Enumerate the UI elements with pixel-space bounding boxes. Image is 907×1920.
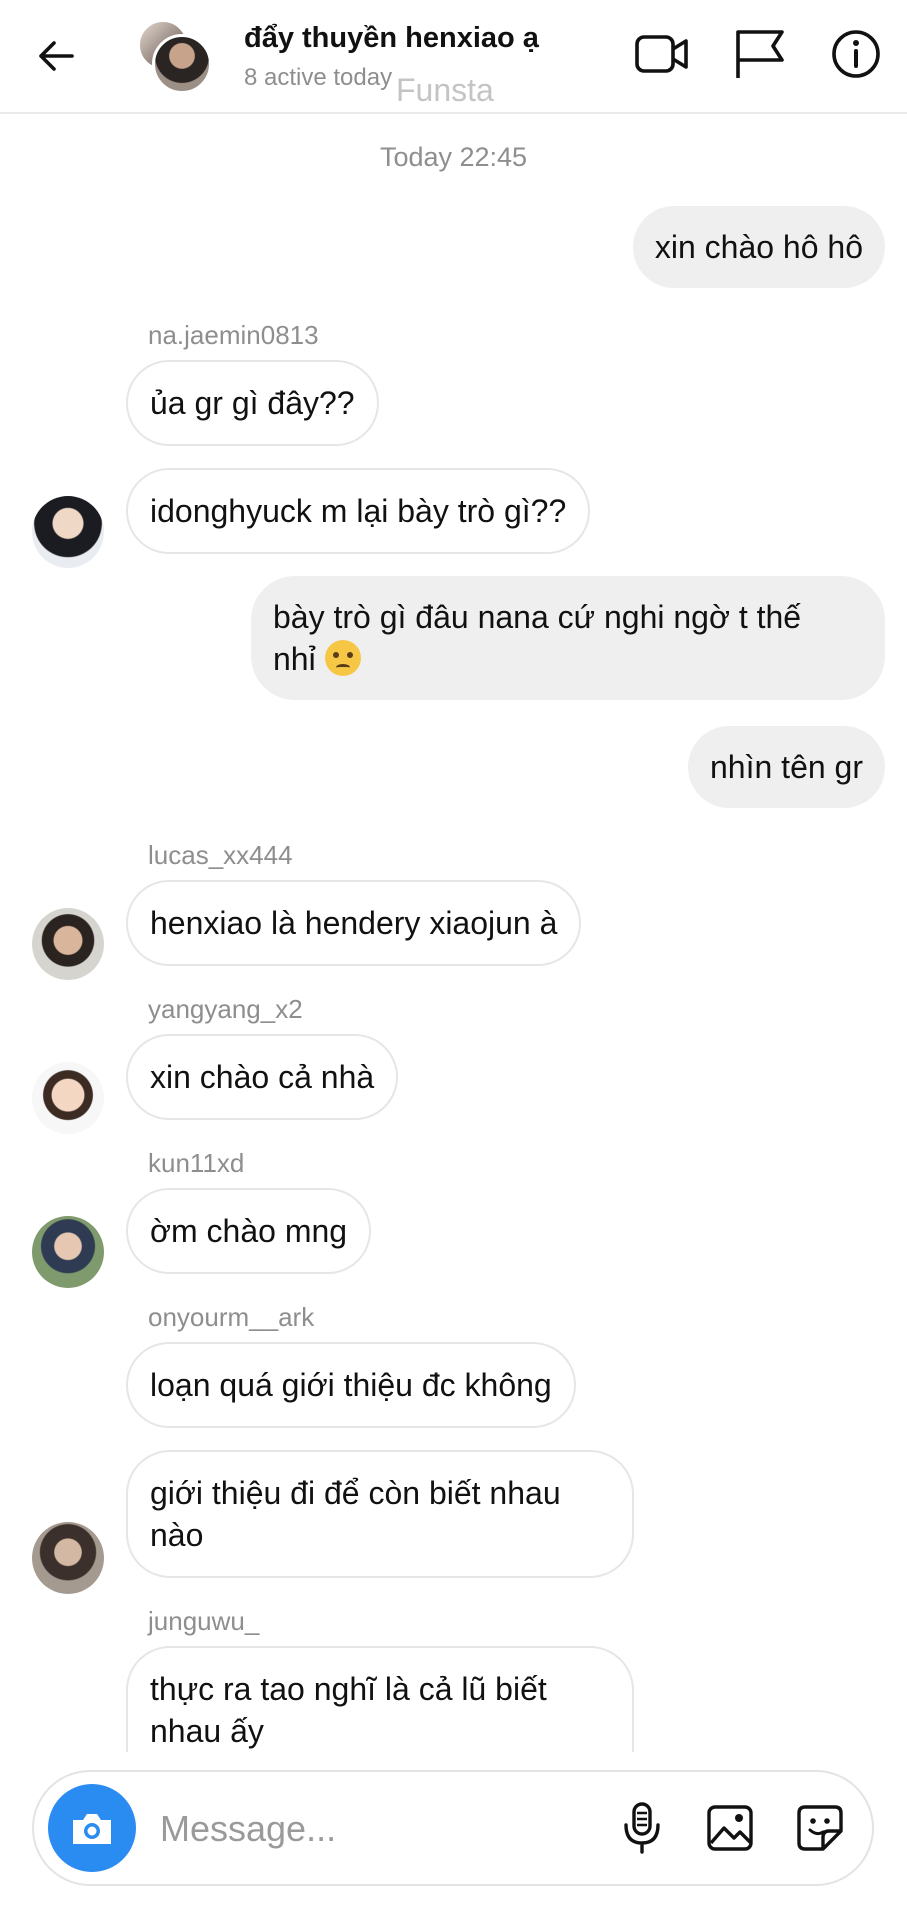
- sticker-button[interactable]: [790, 1798, 850, 1858]
- message-bubble-outgoing[interactable]: xin chào hô hô: [632, 206, 885, 288]
- sender-name: onyourm__ark: [148, 1302, 315, 1332]
- camera-icon: [73, 1814, 111, 1844]
- sender-name: yangyang_x2: [148, 994, 303, 1024]
- chat-title[interactable]: đẩy thuyền henxiao ạ: [244, 22, 539, 55]
- info-button[interactable]: [826, 24, 886, 84]
- sticker-icon: [797, 1805, 843, 1851]
- report-button[interactable]: [730, 24, 790, 84]
- sender-avatar[interactable]: [32, 496, 104, 568]
- sender-name: kun11xd: [148, 1148, 245, 1178]
- message-bubble-incoming[interactable]: idonghyuck m lại bày trò gì??: [126, 468, 591, 554]
- message-bubble-incoming[interactable]: loạn quá giới thiệu đc không: [126, 1342, 576, 1428]
- voice-message-button[interactable]: [612, 1798, 672, 1858]
- active-status: 8 active today: [244, 64, 393, 91]
- sender-avatar[interactable]: [32, 1522, 104, 1594]
- sender-name: lucas_xx444: [148, 840, 293, 870]
- sender-name: junguwu_: [148, 1606, 260, 1636]
- message-composer: [32, 1770, 874, 1886]
- chat-timestamp: Today 22:45: [379, 142, 528, 172]
- camera-button[interactable]: [48, 1784, 136, 1872]
- chat-header: đẩy thuyền henxiao ạ 8 active today Funs…: [0, 0, 907, 114]
- group-avatar-front: [152, 34, 212, 94]
- message-line-wrap: nhỉ: [273, 638, 863, 680]
- gallery-button[interactable]: [700, 1798, 760, 1858]
- watermark: Funsta: [396, 72, 494, 108]
- microphone-icon: [624, 1802, 660, 1854]
- gallery-icon: [707, 1805, 753, 1851]
- sender-avatar[interactable]: [32, 1216, 104, 1288]
- message-bubble-outgoing[interactable]: bày trò gì đâu nana cứ nghi ngờ t thế nh…: [251, 576, 885, 700]
- flag-icon: [736, 30, 784, 78]
- message-bubble-incoming[interactable]: ờm chào mng: [126, 1188, 372, 1274]
- message-line: nào: [150, 1517, 204, 1553]
- message-bubble-incoming[interactable]: giới thiệu đi để còn biết nhau nào: [126, 1450, 634, 1578]
- message-line: nhau ấy: [150, 1713, 264, 1749]
- sender-avatar[interactable]: [32, 1062, 104, 1134]
- message-line: nhỉ: [273, 641, 316, 677]
- message-bubble-incoming[interactable]: ủa gr gì đây??: [126, 360, 379, 446]
- message-bubble-incoming[interactable]: thực ra tao nghĩ là cả lũ biết nhau ấy: [126, 1646, 634, 1754]
- video-call-button[interactable]: [632, 24, 692, 84]
- message-bubble-incoming[interactable]: henxiao là hendery xiaojun à: [126, 880, 582, 966]
- message-bubble-outgoing[interactable]: nhìn tên gr: [688, 726, 885, 808]
- sender-name: na.jaemin0813: [148, 320, 319, 350]
- angry-face-emoji-icon: [324, 640, 361, 676]
- message-line: giới thiệu đi để còn biết nhau: [150, 1475, 561, 1511]
- message-input[interactable]: [158, 1802, 582, 1856]
- group-avatar[interactable]: [138, 20, 212, 94]
- info-icon: [832, 30, 880, 78]
- back-arrow-icon: [39, 41, 74, 71]
- message-line: bày trò gì đâu nana cứ nghi ngờ t thế: [273, 599, 802, 635]
- video-camera-icon: [635, 35, 688, 73]
- sender-avatar[interactable]: [32, 908, 104, 980]
- message-bubble-incoming[interactable]: xin chào cả nhà: [126, 1034, 399, 1120]
- message-line: thực ra tao nghĩ là cả lũ biết: [150, 1671, 547, 1707]
- back-button[interactable]: [28, 28, 84, 84]
